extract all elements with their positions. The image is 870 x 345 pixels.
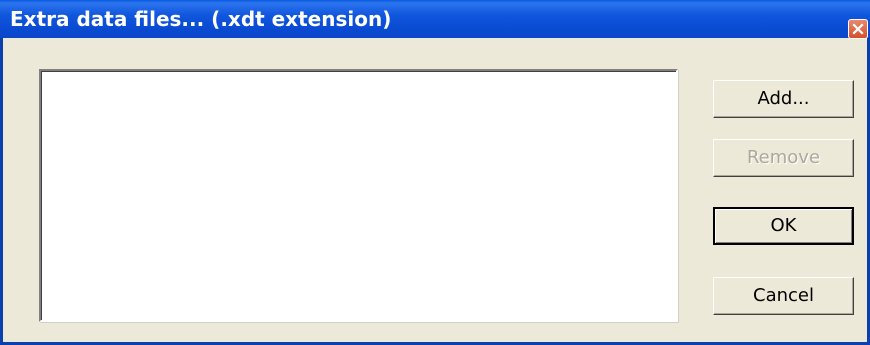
cancel-button[interactable]: Cancel	[713, 277, 854, 315]
ok-button[interactable]: OK	[713, 207, 854, 245]
window-title: Extra data files... (.xdt extension)	[10, 7, 392, 31]
dialog-window: Extra data files... (.xdt extension) Add…	[0, 0, 870, 345]
title-bar[interactable]: Extra data files... (.xdt extension)	[0, 0, 870, 39]
close-button[interactable]	[848, 19, 868, 39]
file-list[interactable]	[39, 69, 678, 322]
close-icon	[852, 23, 864, 35]
remove-button: Remove	[713, 139, 854, 177]
add-button[interactable]: Add...	[713, 80, 854, 118]
